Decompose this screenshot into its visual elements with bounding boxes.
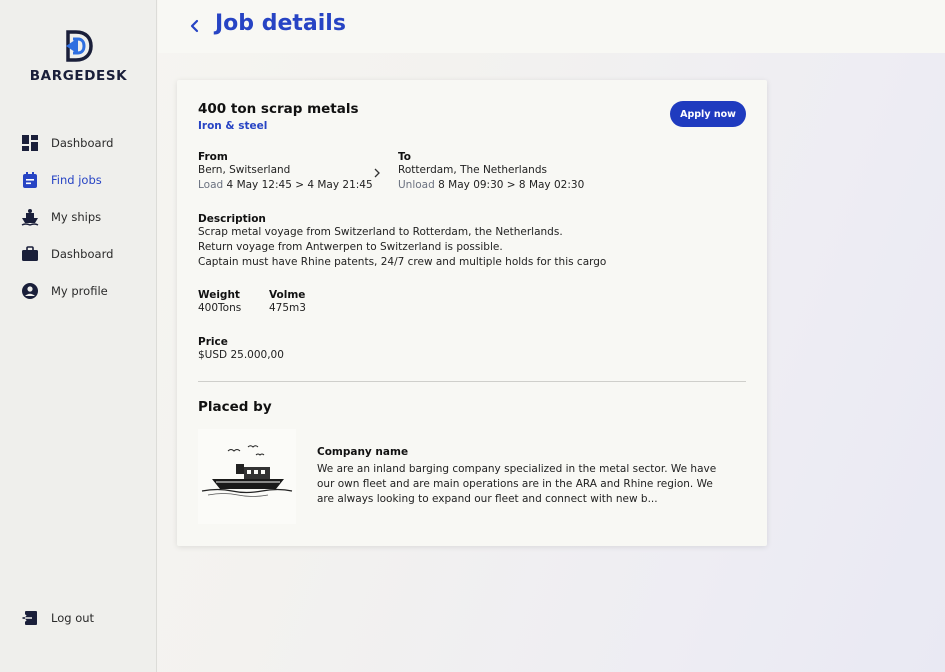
- briefcase-icon: [20, 244, 40, 264]
- chevron-left-icon[interactable]: [188, 16, 202, 36]
- brand-name: BARGEDESK: [29, 68, 128, 84]
- weight-value: 400Tons: [198, 302, 242, 314]
- volume-label: Volme: [269, 289, 306, 301]
- sidebar-nav: Dashboard Find jobs My ships Dashboard M…: [20, 124, 113, 309]
- sidebar-item-find-jobs[interactable]: Find jobs: [20, 161, 113, 198]
- placed-by-heading: Placed by: [198, 399, 272, 415]
- company-name[interactable]: Company name: [317, 446, 408, 458]
- chevron-right-icon: [374, 168, 380, 178]
- dashboard-icon: [20, 133, 40, 153]
- apply-now-button[interactable]: Apply now: [670, 101, 746, 127]
- sidebar-item-label: Dashboard: [51, 246, 114, 261]
- user-circle-icon: [20, 281, 40, 301]
- description-line: Captain must have Rhine patents, 24/7 cr…: [198, 256, 607, 268]
- logout-label: Log out: [51, 611, 95, 625]
- to-label: To: [398, 151, 411, 163]
- sidebar-item-dashboard-2[interactable]: Dashboard: [20, 235, 113, 272]
- sidebar-item-label: Find jobs: [51, 172, 102, 187]
- sidebar: BARGEDESK Dashboard Find jobs My ships D…: [0, 0, 157, 672]
- load-window-value: 4 May 12:45 > 4 May 21:45: [226, 179, 373, 191]
- weight-label: Weight: [198, 289, 240, 301]
- job-details-card: 400 ton scrap metals Iron & steel Apply …: [177, 80, 767, 546]
- description-line: Return voyage from Antwerpen to Switzerl…: [198, 241, 503, 253]
- page-title: Job details: [215, 11, 346, 36]
- ship-icon: [20, 207, 40, 227]
- page-header: Job details: [158, 0, 945, 53]
- job-title: 400 ton scrap metals: [198, 101, 359, 117]
- sidebar-item-my-profile[interactable]: My profile: [20, 272, 113, 309]
- job-category[interactable]: Iron & steel: [198, 120, 267, 132]
- divider: [198, 381, 746, 382]
- bargedesk-logo-icon: [65, 30, 93, 62]
- load-window: Load 4 May 12:45 > 4 May 21:45: [198, 178, 373, 193]
- from-label: From: [198, 151, 228, 163]
- volume-section: Volme 475m3: [269, 289, 306, 316]
- volume-value: 475m3: [269, 302, 306, 314]
- description-section: Description Scrap metal voyage from Swit…: [198, 213, 606, 270]
- logout-button[interactable]: Log out: [20, 608, 94, 628]
- description-label: Description: [198, 213, 266, 225]
- sidebar-item-my-ships[interactable]: My ships: [20, 198, 113, 235]
- company-image[interactable]: [198, 429, 296, 524]
- sidebar-item-label: Dashboard: [51, 135, 114, 150]
- load-prefix: Load: [198, 179, 224, 191]
- brand-logo[interactable]: BARGEDESK: [0, 30, 157, 84]
- logout-icon: [20, 608, 40, 628]
- sidebar-item-dashboard[interactable]: Dashboard: [20, 124, 113, 161]
- weight-section: Weight 400Tons: [198, 289, 241, 316]
- clipboard-icon: [20, 170, 40, 190]
- from-section: From Bern, Switserland Load 4 May 12:45 …: [198, 151, 373, 193]
- unload-window: Unload 8 May 09:30 > 8 May 02:30: [398, 178, 584, 193]
- to-location: Rotterdam, The Netherlands: [398, 164, 547, 176]
- from-location: Bern, Switserland: [198, 164, 291, 176]
- description-line: Scrap metal voyage from Switzerland to R…: [198, 226, 563, 238]
- unload-prefix: Unload: [398, 179, 435, 191]
- price-value: $USD 25.000,00: [198, 349, 284, 361]
- company-description: We are an inland barging company special…: [317, 463, 717, 505]
- sidebar-item-label: My ships: [51, 209, 102, 224]
- sidebar-item-label: My profile: [51, 283, 108, 298]
- price-section: Price $USD 25.000,00: [198, 336, 284, 363]
- to-section: To Rotterdam, The Netherlands Unload 8 M…: [398, 151, 584, 193]
- price-label: Price: [198, 336, 228, 348]
- unload-window-value: 8 May 09:30 > 8 May 02:30: [438, 179, 585, 191]
- boat-illustration-icon: [201, 445, 293, 497]
